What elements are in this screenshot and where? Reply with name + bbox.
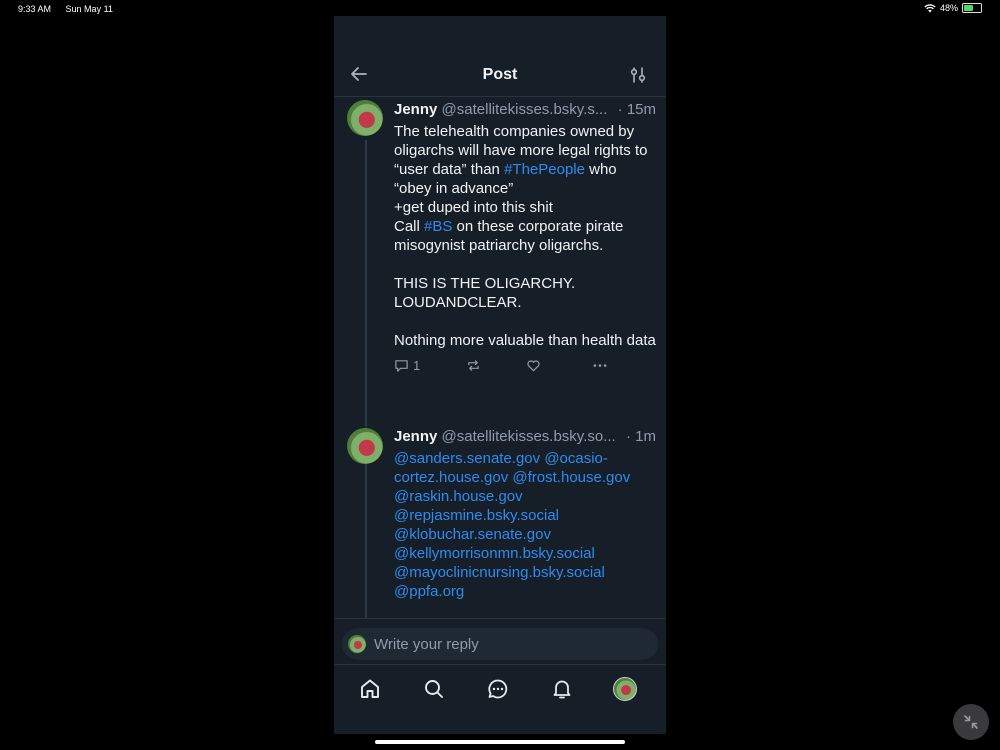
author-name[interactable]: Jenny	[394, 428, 437, 445]
tab-search[interactable]	[422, 677, 446, 701]
battery-icon	[962, 3, 982, 13]
post-header: Jenny @satellitekisses.bsky.so... · 1m	[394, 427, 656, 447]
app-window: Post Jenny @satellitekisses.bsky.s... · …	[334, 16, 666, 734]
post-time: · 15m	[613, 100, 656, 120]
chat-icon	[486, 677, 510, 701]
more-options-button[interactable]	[592, 358, 608, 373]
post-text: The telehealth companies owned by oligar…	[394, 122, 656, 350]
tab-notifications[interactable]	[550, 677, 574, 701]
thread-settings-button[interactable]	[628, 65, 648, 85]
post-text: @sanders.senate.gov @ocasio-cortez.house…	[394, 449, 656, 601]
reply-button[interactable]: 1	[394, 358, 466, 373]
tab-bar	[334, 664, 666, 734]
post-link[interactable]: #ThePeople	[504, 161, 585, 178]
like-button[interactable]	[526, 358, 592, 373]
post-body: Jenny @satellitekisses.bsky.s... · 15m T…	[394, 100, 656, 376]
post-link[interactable]: @sanders.senate.gov @ocasio-cortez.house…	[394, 450, 630, 600]
post-actions: 1	[394, 354, 656, 376]
page-title: Post	[482, 66, 518, 83]
collapse-arrows-icon	[962, 713, 980, 731]
search-icon	[422, 677, 446, 701]
status-time: 9:33 AM	[18, 4, 52, 14]
reply-bar: Write your reply	[334, 618, 666, 667]
thread-line	[365, 140, 367, 426]
comment-icon	[394, 358, 409, 373]
more-dots-icon	[592, 358, 608, 373]
post[interactable]: Jenny @satellitekisses.bsky.s... · 15m T…	[334, 100, 666, 426]
sliders-icon	[628, 65, 648, 85]
status-date: Sun May 11	[65, 4, 113, 14]
post[interactable]: Jenny @satellitekisses.bsky.so... · 1m @…	[334, 427, 666, 619]
bell-icon	[550, 677, 574, 701]
wifi-icon	[924, 3, 936, 13]
repost-icon	[466, 358, 481, 373]
author-name[interactable]: Jenny	[394, 101, 437, 118]
heart-icon	[526, 358, 541, 373]
tab-chat[interactable]	[486, 677, 510, 701]
post-body: Jenny @satellitekisses.bsky.so... · 1m @…	[394, 427, 656, 601]
avatar	[348, 635, 366, 653]
tab-home[interactable]	[358, 677, 382, 701]
avatar[interactable]	[347, 428, 383, 464]
battery-fill	[964, 5, 973, 11]
repost-button[interactable]	[466, 358, 526, 373]
author-handle[interactable]: @satellitekisses.bsky.s...	[442, 101, 608, 118]
post-time: · 1m	[622, 427, 656, 447]
home-icon	[358, 677, 382, 701]
tab-profile[interactable]	[613, 677, 637, 701]
author-handle[interactable]: @satellitekisses.bsky.so...	[442, 428, 616, 445]
reply-placeholder: Write your reply	[374, 635, 479, 653]
reply-input[interactable]: Write your reply	[342, 628, 658, 660]
avatar[interactable]	[347, 100, 383, 136]
home-indicator[interactable]	[375, 740, 625, 744]
post-text-segment: on these corporate pirate misogynist pat…	[394, 218, 656, 349]
post-header: Jenny @satellitekisses.bsky.s... · 15m	[394, 100, 656, 120]
reply-count: 1	[413, 357, 421, 373]
post-link[interactable]: #BS	[424, 218, 452, 235]
battery-percent: 48%	[939, 3, 958, 13]
status-right: 48%	[924, 3, 982, 13]
collapse-button[interactable]	[953, 704, 989, 740]
header: Post	[334, 16, 666, 97]
status-left: 9:33 AM Sun May 11	[18, 4, 125, 14]
